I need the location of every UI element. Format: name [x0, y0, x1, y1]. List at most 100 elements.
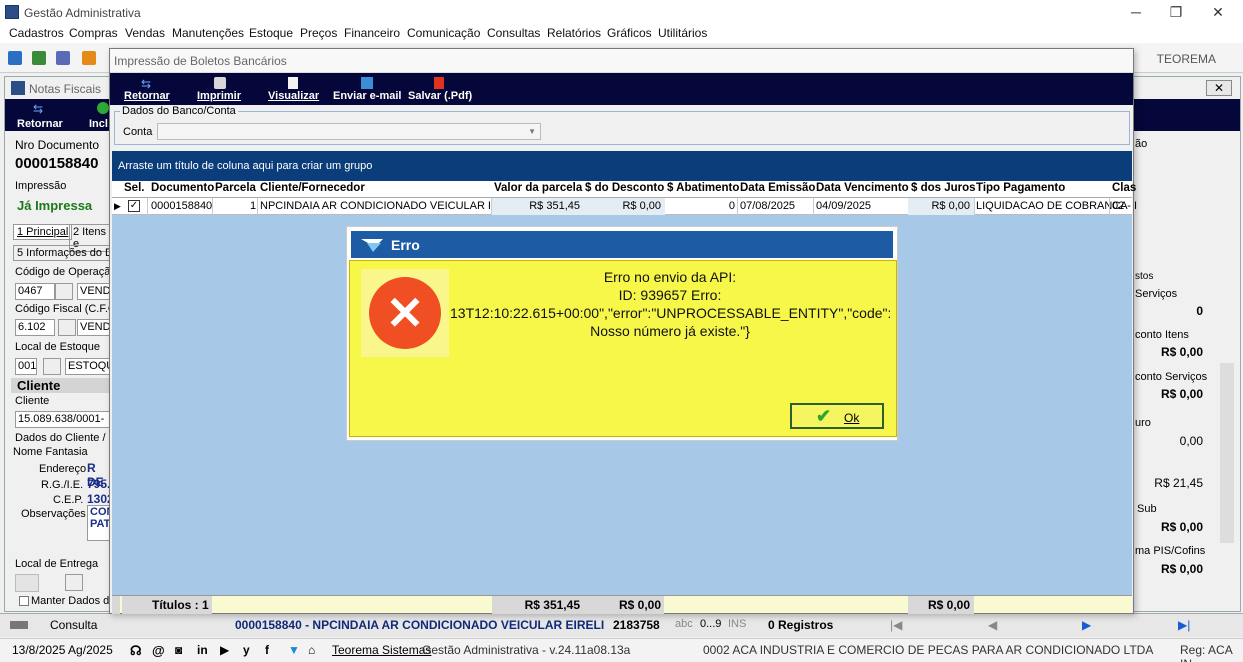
- app-logo-icon: [5, 5, 19, 19]
- salvar-pdf-button[interactable]: Salvar (.Pdf): [408, 90, 472, 102]
- boletos-title-bar: Impressão de Boletos Bancários: [110, 49, 1133, 73]
- footer-desconto-total: R$ 0,00: [618, 598, 661, 612]
- pdf-icon: [434, 77, 444, 89]
- document-icon: [288, 77, 298, 89]
- search-icon[interactable]: [58, 319, 76, 336]
- headset-icon[interactable]: ☊: [130, 643, 142, 659]
- sub-label: Sub: [1137, 503, 1157, 515]
- row-select-checkbox[interactable]: ✓: [128, 200, 140, 212]
- col-parcela[interactable]: Parcela: [215, 182, 256, 194]
- checkmark-icon: ✔: [816, 406, 832, 426]
- error-line-1: Erro no envio da API:: [603, 269, 737, 285]
- menu-estoque[interactable]: Estoque: [249, 26, 293, 40]
- home-icon[interactable]: ⌂: [308, 643, 315, 657]
- email-icon[interactable]: @: [152, 643, 165, 658]
- ok-button[interactable]: ✔ Ok: [790, 403, 884, 429]
- teorema-link[interactable]: Teorema Sistemas: [332, 643, 431, 657]
- cep-label: C.E.P.: [53, 494, 84, 506]
- local-estoque-input[interactable]: 001: [15, 358, 37, 375]
- users-icon[interactable]: [32, 51, 46, 65]
- table-row[interactable]: ▶ ✓ 0000158840 1 NPCINDAIA AR CONDICIONA…: [112, 198, 1137, 215]
- tree-icon[interactable]: [82, 51, 96, 65]
- youtube-icon[interactable]: ▶: [220, 643, 229, 657]
- cell-divider: [1109, 198, 1110, 215]
- visualizar-button[interactable]: Visualizar: [268, 90, 319, 102]
- status-bar-2: 13/8/2025 Ag/2025 ☊ @ ◙ in ▶ y f ▼ ⌂ Teo…: [0, 638, 1243, 662]
- cell-divider: [212, 198, 213, 215]
- facebook-icon[interactable]: f: [265, 643, 269, 657]
- nf-retornar-button[interactable]: Retornar: [17, 118, 63, 130]
- local-entrega-input[interactable]: [15, 574, 39, 592]
- desconto-itens-value: R$ 0,00: [1160, 345, 1203, 359]
- conta-select[interactable]: ▼: [157, 123, 541, 140]
- menu-manutencoes[interactable]: Manutenções: [172, 26, 244, 40]
- status-registros: 0 Registros: [768, 618, 834, 632]
- cell-data-emissao: 07/08/2025: [740, 200, 796, 212]
- maximize-icon[interactable]: ❐: [1156, 2, 1196, 22]
- cell-juros: R$ 0,00: [931, 200, 970, 212]
- codigo-fiscal-input[interactable]: 6.102: [15, 319, 55, 336]
- menu-financeiro[interactable]: Financeiro: [344, 26, 400, 40]
- menu-compras[interactable]: Compras: [69, 26, 118, 40]
- first-record-icon[interactable]: |◀: [890, 618, 902, 632]
- card-icon[interactable]: [56, 51, 70, 65]
- last-record-icon[interactable]: ▶|: [1178, 618, 1190, 632]
- menu-vendas[interactable]: Vendas: [125, 26, 165, 40]
- search-icon[interactable]: [55, 283, 73, 300]
- nf-window-icon: [11, 81, 25, 95]
- search-icon[interactable]: [65, 574, 83, 591]
- tab-principal[interactable]: 1 Principal: [13, 224, 73, 240]
- status-reg: Reg: ACA IN: [1180, 643, 1233, 662]
- col-tipo-pagamento[interactable]: Tipo Pagamento: [976, 182, 1065, 194]
- linkedin-icon[interactable]: in: [197, 643, 208, 657]
- retornar-button[interactable]: Retornar: [124, 90, 170, 102]
- servicos-label: Serviços: [1135, 288, 1178, 300]
- error-message: Erro no envio da API: ID: 939657 Erro: 1…: [450, 268, 890, 340]
- desconto-servicos-label: conto Serviços: [1135, 371, 1208, 383]
- col-valor-parcela[interactable]: Valor da parcela: [494, 182, 582, 194]
- cliente-input[interactable]: 15.089.638/0001-18: [15, 411, 115, 428]
- menu-cadastros[interactable]: Cadastros: [9, 26, 64, 40]
- prev-record-icon[interactable]: ◀: [988, 618, 997, 632]
- col-desconto[interactable]: $ do Desconto: [585, 182, 664, 194]
- menu-utilitarios[interactable]: Utilitários: [658, 26, 707, 40]
- nf-return-icon: ⇆: [33, 102, 44, 116]
- toolbar-shortcut-icon[interactable]: [8, 51, 22, 65]
- enviar-email-button[interactable]: Enviar e-mail: [333, 90, 401, 102]
- error-line-2: ID: 939657 Erro:: [618, 287, 722, 303]
- nf-incluir-button[interactable]: Incl: [89, 118, 108, 130]
- cell-divider: [813, 198, 814, 215]
- col-data-vencimento[interactable]: Data Vencimento: [816, 182, 909, 194]
- imprimir-button[interactable]: Imprimir: [197, 90, 241, 102]
- instagram-icon[interactable]: ◙: [175, 643, 182, 657]
- menu-graficos[interactable]: Gráficos: [607, 26, 652, 40]
- manter-dados-checkbox[interactable]: [19, 596, 29, 606]
- total-value: R$ 21,45: [1154, 476, 1203, 490]
- col-cliente[interactable]: Cliente/Fornecedor: [260, 182, 365, 194]
- col-clas[interactable]: Clas: [1112, 182, 1136, 194]
- col-data-emissao[interactable]: Data Emissão: [740, 182, 815, 194]
- group-by-bar[interactable]: Arraste um título de coluna aqui para cr…: [112, 151, 1132, 181]
- nf-close-icon[interactable]: ✕: [1206, 80, 1232, 96]
- menu-relatorios[interactable]: Relatórios: [547, 26, 601, 40]
- minimize-icon[interactable]: ─: [1116, 2, 1156, 22]
- close-icon[interactable]: ✕: [1198, 2, 1238, 22]
- col-abatimento[interactable]: $ Abatimento: [667, 182, 739, 194]
- cliente-section: Cliente: [11, 378, 115, 393]
- tab-informacoes[interactable]: 5 Informações do Des: [13, 245, 117, 261]
- col-documento[interactable]: Documento: [151, 182, 214, 194]
- right-scrollbar[interactable]: [1220, 363, 1234, 543]
- col-juros[interactable]: $ dos Juros: [911, 182, 976, 194]
- search-icon[interactable]: [43, 358, 61, 375]
- menu-consultas[interactable]: Consultas: [487, 26, 540, 40]
- status-document-info: 0000158840 - NPCINDAIA AR CONDICIONADO V…: [235, 618, 605, 632]
- grid-footer: Títulos : 1 R$ 351,45 R$ 0,00 R$ 0,00: [112, 595, 1132, 614]
- next-record-icon[interactable]: ▶: [1082, 618, 1091, 632]
- codigo-operacao-input[interactable]: 0467: [15, 283, 55, 300]
- nome-fantasia-label: Nome Fantasia: [13, 446, 88, 458]
- col-sel[interactable]: Sel.: [124, 182, 144, 194]
- status-ins: INS: [728, 618, 747, 630]
- menu-comunicacao[interactable]: Comunicação: [407, 26, 480, 40]
- menu-precos[interactable]: Preços: [300, 26, 337, 40]
- twitter-icon[interactable]: y: [243, 643, 250, 657]
